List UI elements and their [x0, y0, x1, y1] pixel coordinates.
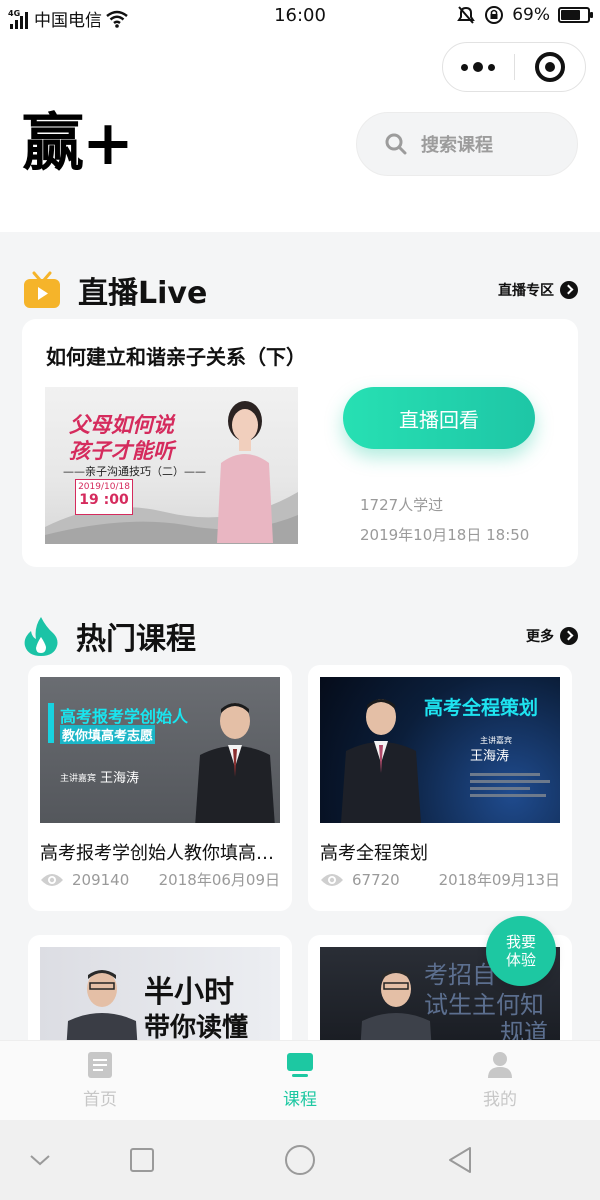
more-menu-button[interactable]: [443, 43, 514, 91]
close-miniapp-button[interactable]: [515, 43, 586, 91]
course-meta: 209140 2018年06月09日: [40, 869, 280, 890]
course-date: 2018年06月09日: [158, 871, 280, 889]
cover-speaker: 王海涛: [100, 771, 140, 786]
fab-line-2: 体验: [505, 951, 536, 969]
tab-courses-label: 课程: [283, 1090, 317, 1110]
tab-home[interactable]: 首页: [0, 1041, 200, 1120]
live-section-title: 直播Live: [78, 276, 208, 311]
live-thumbnail[interactable]: 父母如何说 孩子才能听 ——亲子沟通技巧（二）—— 2019/10/18 19 …: [45, 387, 298, 544]
live-replay-button[interactable]: 直播回看: [343, 387, 535, 449]
bottom-tab-bar: 首页 课程 我的: [0, 1040, 600, 1120]
course-card[interactable]: 高考报考学创始人 教你填高考志愿 主讲嘉宾 王海涛 高考报考学创始人教你填高考志…: [28, 665, 292, 911]
speaker-photo: [341, 699, 421, 823]
mute-icon: [457, 6, 476, 24]
cover-accent-bar: [48, 703, 54, 743]
course-card[interactable]: 高考全程策划 主讲嘉宾 王海涛 高考全程策划 67720 2018年09月13日: [308, 665, 572, 911]
cover-speaker: 王海涛: [470, 749, 510, 764]
battery-icon: [558, 7, 593, 23]
live-datetime: 2019年10月18日 18:50: [360, 526, 530, 544]
course-views: 67720: [320, 871, 400, 889]
learners-count: 1727人学过: [360, 496, 444, 514]
course-title: 高考全程策划: [320, 843, 428, 864]
cover-line-1: 半小时: [144, 975, 234, 1010]
home-icon[interactable]: [283, 1143, 317, 1177]
tab-profile[interactable]: 我的: [400, 1041, 600, 1120]
course-title: 高考报考学创始人教你填高考志愿: [40, 843, 280, 864]
back-icon[interactable]: [446, 1145, 474, 1175]
course-date: 2018年09月13日: [438, 871, 560, 889]
chevron-down-icon[interactable]: [28, 1152, 52, 1168]
rotation-lock-icon: [485, 6, 504, 24]
cover-line-1: 高考全程策划: [424, 697, 539, 719]
arrow-right-icon: [560, 627, 578, 645]
system-nav-bar: [0, 1120, 600, 1200]
recent-apps-icon[interactable]: [128, 1146, 156, 1174]
thumb-headline-2: 孩子才能听: [69, 439, 174, 463]
more-courses-link[interactable]: 更多: [526, 626, 578, 646]
search-placeholder: 搜索课程: [421, 135, 493, 156]
cover-speaker-label: 主讲嘉宾: [60, 774, 97, 784]
live-section-header: 直播Live 直播专区: [22, 268, 578, 312]
live-zone-link[interactable]: 直播专区: [498, 280, 578, 300]
monitor-icon: [287, 1053, 313, 1077]
tab-home-label: 首页: [83, 1090, 117, 1110]
fab-line-1: 我要: [505, 933, 536, 951]
arrow-right-icon: [560, 281, 578, 299]
status-bar: 4G 中国电信 16:00 69%: [0, 0, 600, 34]
more-courses-label: 更多: [526, 629, 554, 645]
battery-percent: 69%: [512, 5, 550, 25]
cover-line-2: 教你填高考志愿: [60, 725, 156, 744]
hot-section-title: 热门课程: [76, 622, 196, 657]
miniapp-capsule: [442, 42, 586, 92]
cover-line-2: 带你读懂: [144, 1013, 249, 1043]
course-cover: 高考报考学创始人 教你填高考志愿 主讲嘉宾 王海涛: [40, 677, 280, 823]
live-zone-label: 直播专区: [498, 283, 554, 299]
course-meta: 67720 2018年09月13日: [320, 869, 560, 890]
speaker-photo: [195, 703, 275, 823]
views-count: 209140: [72, 870, 130, 889]
thumb-date: 2019/10/18: [78, 482, 130, 492]
search-input[interactable]: 搜索课程: [356, 112, 578, 176]
course-cover: 高考全程策划 主讲嘉宾 王海涛: [320, 677, 560, 823]
try-it-button[interactable]: 我要 体验: [486, 916, 556, 986]
tv-icon: [24, 271, 60, 308]
eye-icon: [41, 873, 63, 886]
live-card[interactable]: 如何建立和谐亲子关系（下） 父母如何说 孩子才能听 ——亲子沟通技巧（二）—— …: [22, 319, 578, 567]
status-right: 69%: [456, 5, 593, 25]
cover-line-1: 高考报考学创始人: [60, 707, 189, 726]
thumb-time: 19 :00: [79, 492, 129, 508]
views-count: 67720: [352, 870, 400, 889]
thumb-date-box: 2019/10/18 19 :00: [75, 479, 133, 515]
flame-icon: [24, 617, 58, 656]
document-icon: [88, 1052, 112, 1078]
app-logo: 赢+: [22, 106, 134, 179]
presenter-photo: [217, 401, 273, 543]
cover-bio: [470, 769, 552, 813]
eye-icon: [321, 873, 343, 886]
tab-courses[interactable]: 课程: [200, 1041, 400, 1120]
live-course-title: 如何建立和谐亲子关系（下）: [46, 345, 306, 369]
tab-profile-label: 我的: [483, 1090, 517, 1110]
hot-section-header: 热门课程 更多: [22, 614, 578, 658]
thumb-subtitle: ——亲子沟通技巧（二）——: [63, 465, 206, 478]
search-icon: [385, 133, 407, 155]
target-icon: [534, 52, 565, 82]
course-views: 209140: [40, 871, 129, 889]
person-icon: [488, 1052, 512, 1078]
